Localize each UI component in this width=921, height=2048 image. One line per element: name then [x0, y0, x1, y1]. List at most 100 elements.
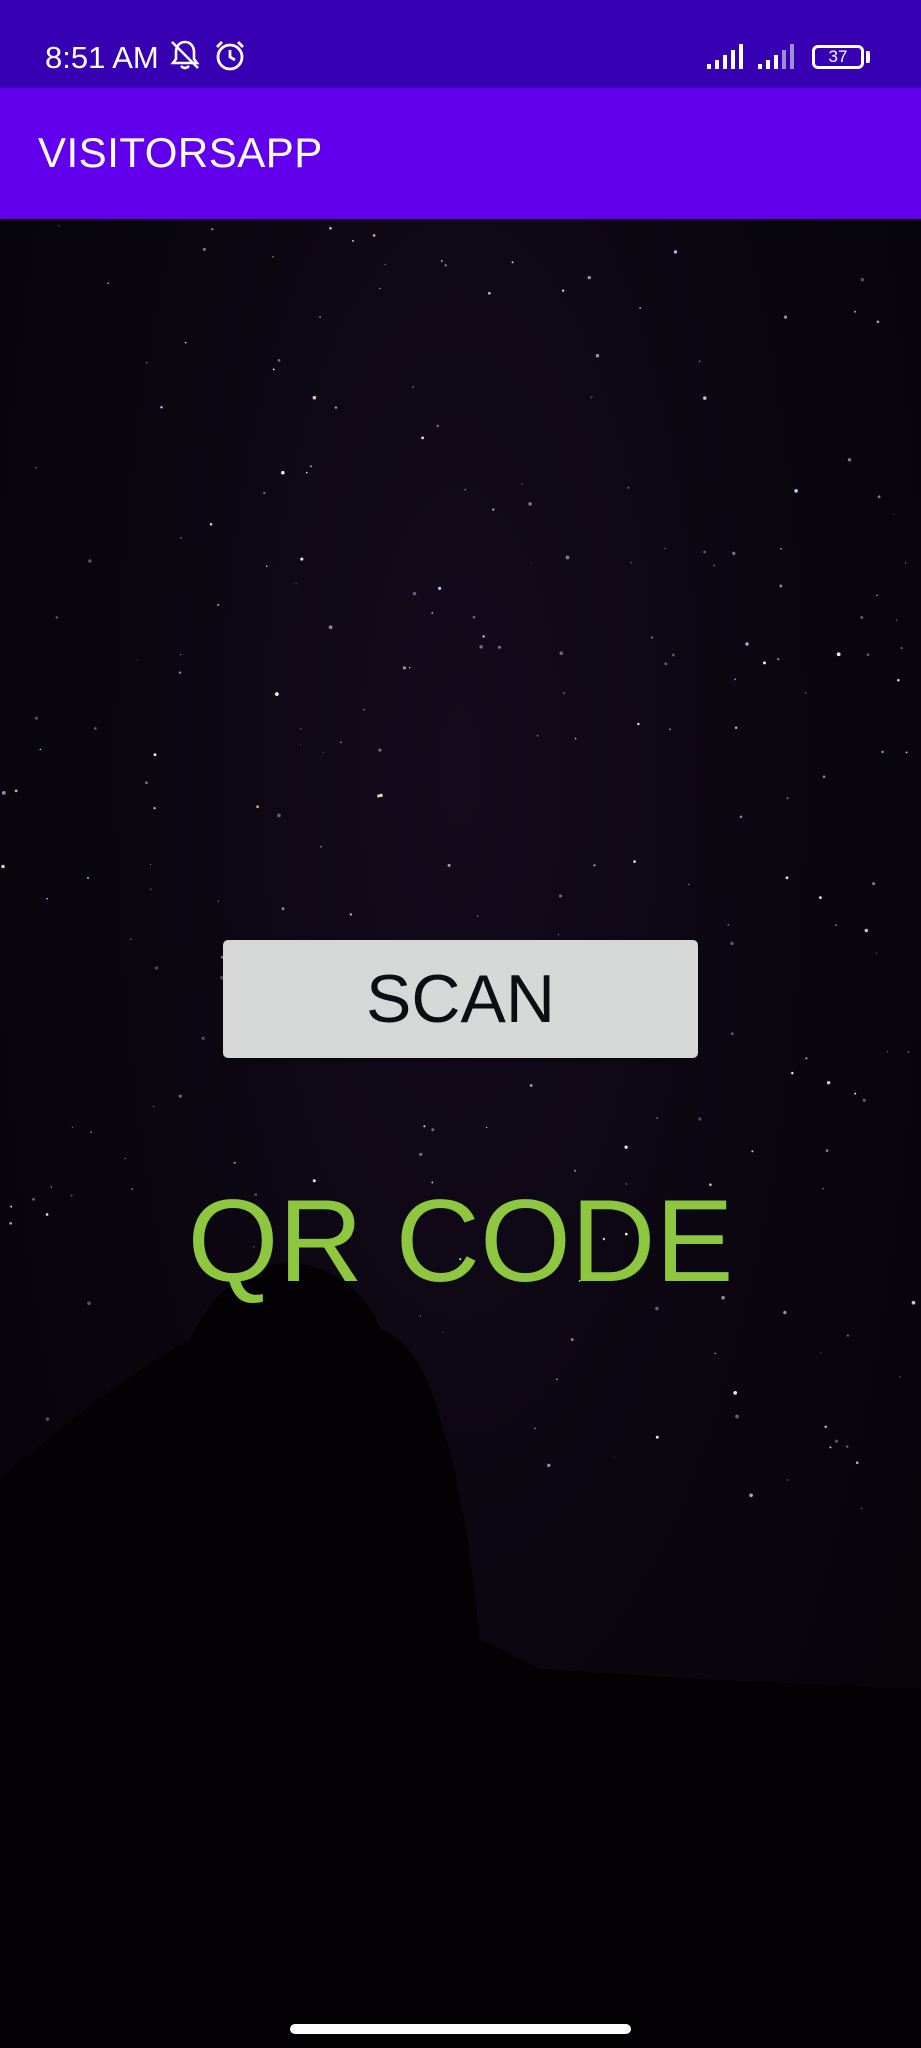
home-indicator[interactable] [290, 2024, 631, 2034]
star [805, 1057, 808, 1060]
star [312, 395, 317, 400]
star [477, 915, 479, 917]
main-content: SCAN QR CODE [0, 219, 921, 2048]
star [136, 659, 138, 661]
star [436, 424, 440, 428]
qr-code-label: QR CODE [187, 1175, 734, 1306]
star [107, 282, 110, 285]
star [587, 275, 592, 280]
star [153, 753, 157, 757]
star [45, 1417, 50, 1421]
star [34, 716, 39, 720]
star [637, 722, 640, 726]
star [184, 341, 187, 344]
star [905, 751, 908, 754]
star [379, 793, 383, 798]
star [593, 864, 596, 867]
star [671, 653, 675, 657]
star [557, 934, 560, 936]
star [664, 547, 666, 550]
star [419, 1152, 423, 1157]
star [860, 616, 864, 619]
star [749, 1493, 753, 1498]
star [886, 1051, 889, 1053]
star [614, 1456, 615, 1458]
star [419, 1315, 421, 1317]
star [876, 320, 880, 324]
star [300, 728, 302, 730]
star [834, 1439, 839, 1444]
star [482, 635, 485, 638]
star [90, 1131, 93, 1134]
star [444, 264, 447, 267]
star [211, 228, 214, 231]
star [703, 396, 707, 400]
star [201, 1036, 205, 1040]
star [714, 1352, 716, 1355]
star [862, 1098, 866, 1102]
star [124, 1157, 126, 1160]
star [145, 361, 148, 364]
star [785, 876, 789, 880]
star [734, 678, 736, 681]
star [320, 845, 322, 848]
star [217, 603, 220, 607]
star [152, 1105, 155, 1108]
star [431, 612, 434, 614]
battery-tip [866, 51, 870, 63]
star [266, 565, 268, 567]
battery-icon: 37 [812, 45, 864, 69]
star [272, 368, 275, 371]
star [664, 662, 668, 666]
signal-icon [706, 42, 750, 75]
star [464, 488, 467, 491]
star [58, 224, 61, 227]
star [409, 666, 411, 669]
star [1, 864, 5, 869]
alarm-icon [212, 38, 248, 79]
star [88, 559, 92, 563]
star [846, 1334, 849, 1337]
star [352, 239, 354, 242]
star [730, 941, 734, 946]
star [534, 1427, 536, 1430]
star [281, 907, 285, 911]
star [780, 548, 782, 550]
star [777, 658, 780, 661]
star [703, 550, 706, 554]
star [379, 287, 381, 290]
app-title: VISITORSAPP [38, 129, 323, 176]
scan-button[interactable]: SCAN [223, 940, 698, 1058]
star [739, 815, 743, 819]
star [178, 1094, 182, 1098]
star [847, 458, 852, 462]
star [860, 277, 865, 282]
star [281, 471, 285, 475]
star [783, 315, 788, 319]
star [178, 671, 182, 674]
star [372, 234, 376, 237]
star [319, 316, 321, 318]
star [497, 645, 502, 649]
star [866, 653, 870, 657]
star [762, 661, 767, 665]
star [150, 888, 152, 890]
star [233, 1161, 236, 1164]
star [570, 1338, 574, 1341]
star [431, 1128, 435, 1132]
star [751, 1150, 754, 1153]
star [713, 564, 716, 567]
star [39, 748, 42, 751]
star [93, 727, 97, 730]
star [745, 642, 749, 646]
signal-icon-2 [757, 42, 801, 75]
star [329, 226, 332, 230]
star [149, 864, 152, 866]
star [854, 310, 856, 313]
star [829, 1446, 832, 1449]
star [87, 877, 89, 879]
star [786, 1479, 789, 1481]
star [673, 250, 678, 254]
star [160, 405, 163, 409]
star [573, 1169, 576, 1172]
